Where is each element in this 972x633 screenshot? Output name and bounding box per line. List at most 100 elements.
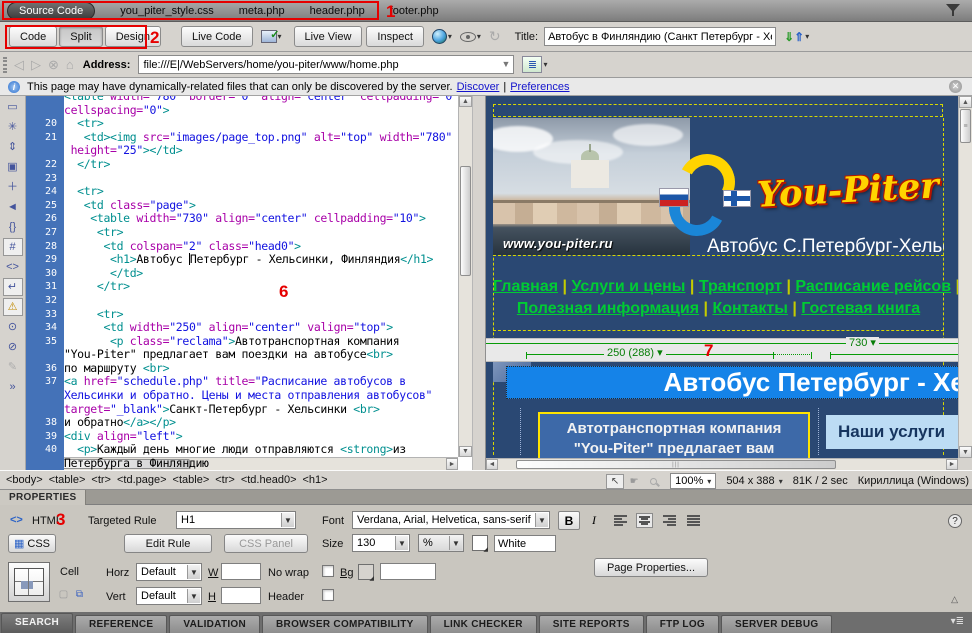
design-vscroll-thumb[interactable]: ≡ [960, 109, 971, 143]
code-line[interactable]: 27 <tr> [26, 226, 459, 240]
targeted-rule-select[interactable]: H1▼ [176, 511, 296, 529]
related-file-tab[interactable]: footer.php [390, 5, 439, 17]
column-width-label[interactable]: 250 (288) ▾ [604, 347, 666, 360]
scroll-up-icon[interactable]: ▲ [459, 96, 472, 107]
code-line[interactable]: 36по маршруту <br> [26, 362, 459, 376]
css-panel-button[interactable]: CSS Panel [224, 534, 308, 553]
bg-color-swatch[interactable] [358, 564, 374, 580]
align-center-icon[interactable] [636, 513, 653, 528]
code-vscroll-thumb[interactable] [460, 166, 471, 276]
code-line[interactable]: 40 <p>Каждый день многие люди отправляют… [26, 443, 459, 457]
align-right-icon[interactable] [661, 513, 678, 528]
results-tab-server-debug[interactable]: SERVER DEBUG [721, 615, 832, 633]
align-left-icon[interactable] [612, 513, 629, 528]
header-checkbox[interactable] [322, 589, 334, 601]
page-properties-button[interactable]: Page Properties... [594, 558, 708, 577]
nav-link[interactable]: Гостевая книга [801, 300, 920, 317]
highlight-invalid-code-icon[interactable]: <> [3, 258, 23, 276]
nav-link[interactable]: Главная [493, 278, 558, 295]
zoom-tool-icon[interactable] [644, 474, 662, 489]
scroll-down-icon[interactable]: ▼ [459, 446, 472, 457]
page-heading-banner[interactable]: Автобус Петербург - Хельсинки [506, 366, 972, 399]
select-parent-tag-icon[interactable]: ◄ [3, 198, 23, 216]
live-code-button[interactable]: Live Code [181, 26, 253, 47]
nav-link[interactable]: Расписание рейсов [795, 278, 951, 295]
properties-tab[interactable]: PROPERTIES [0, 490, 86, 505]
scroll-left-icon[interactable]: ◄ [486, 459, 498, 470]
code-rows[interactable]: <table width="780" border="0" align="cen… [26, 96, 459, 470]
no-wrap-checkbox[interactable] [322, 565, 334, 577]
our-services-box[interactable]: Наши услуги [826, 415, 958, 449]
collapse-full-tag-icon[interactable]: ⇕ [3, 138, 23, 156]
document-title-input[interactable] [544, 27, 776, 46]
format-source-icon[interactable]: ✎ [3, 358, 23, 376]
results-tab-reference[interactable]: REFERENCE [75, 615, 167, 633]
code-line[interactable]: 34 <td width="250" align="center" valign… [26, 321, 459, 335]
code-line[interactable]: 28 <td colspan="2" class="head0"> [26, 240, 459, 254]
size-unit-select[interactable]: %▼ [418, 534, 464, 552]
code-line[interactable]: <table width="780" border="0" align="cen… [26, 96, 459, 104]
table-width-bar[interactable]: 730 ▾ 250 (288) ▾ [486, 338, 958, 362]
file-transfer-icon[interactable]: ⇓⇑▾ [784, 30, 809, 44]
code-line[interactable]: 30 </td> [26, 267, 459, 281]
code-line[interactable]: 23 [26, 172, 459, 186]
visual-aids-icon[interactable]: ▾ [460, 32, 481, 42]
design-vertical-scrollbar[interactable]: ▲ ≡ ▼ [958, 96, 972, 458]
tag-selector-item[interactable]: <table> [173, 474, 210, 486]
code-navigator-icon[interactable]: ✳ [3, 118, 23, 136]
live-view-button[interactable]: Live View [294, 26, 363, 47]
tag-selector-item[interactable]: <h1> [303, 474, 328, 486]
collapse-panel-icon[interactable]: △ [951, 594, 958, 605]
code-line[interactable]: 31 </tr> [26, 280, 459, 294]
results-tab-browser-compatibility[interactable]: BROWSER COMPATIBILITY [262, 615, 428, 633]
results-tab-ftp-log[interactable]: FTP LOG [646, 615, 719, 633]
code-line[interactable]: 29 <h1>Автобус Петербург - Хельсинки, Фи… [26, 253, 459, 267]
open-documents-icon[interactable]: ▭ [3, 98, 23, 116]
tag-selector-item[interactable]: <body> [6, 474, 43, 486]
code-line[interactable]: 25 <td class="page"> [26, 199, 459, 213]
code-line[interactable]: height="25"></td> [26, 144, 459, 158]
code-line[interactable]: 37<a href="schedule.php" title="Расписан… [26, 375, 459, 389]
size-select[interactable]: 130▼ [352, 534, 410, 552]
code-line[interactable]: "You-Piter" предлагает вам поездки на ав… [26, 348, 459, 362]
tag-selector-item[interactable]: <tr> [215, 474, 235, 486]
results-tab-link-checker[interactable]: LINK CHECKER [430, 615, 537, 633]
code-line[interactable]: 26 <table width="730" align="center" cel… [26, 212, 459, 226]
code-line[interactable]: Петербурга в Финляндию [26, 457, 459, 470]
cell-height-input[interactable] [221, 587, 261, 604]
scroll-down-icon[interactable]: ▼ [959, 446, 972, 458]
address-dropdown-icon[interactable]: ▼ [502, 59, 511, 69]
results-tab-site-reports[interactable]: SITE REPORTS [539, 615, 644, 633]
bold-button[interactable]: B [558, 511, 580, 530]
tag-selector-item[interactable]: <td.page> [117, 474, 167, 486]
close-info-bar-icon[interactable]: ✕ [949, 80, 962, 93]
toolbar-grip[interactable] [3, 57, 7, 73]
results-tab-search[interactable]: SEARCH [1, 613, 73, 633]
hand-tool-icon[interactable]: ☛ [625, 474, 643, 489]
italic-button[interactable]: I [583, 511, 605, 530]
address-input[interactable] [138, 55, 514, 74]
filter-related-files-icon[interactable] [946, 4, 960, 17]
text-color-input[interactable] [494, 535, 556, 552]
select-tool-icon[interactable]: ↖ [606, 474, 624, 489]
tag-selector-item[interactable]: <table> [49, 474, 86, 486]
scroll-up-icon[interactable]: ▲ [959, 96, 972, 108]
balance-braces-icon[interactable]: {} [3, 218, 23, 236]
code-line[interactable]: 39<div align="left"> [26, 430, 459, 444]
help-icon[interactable]: ? [948, 514, 962, 528]
nav-link[interactable]: Услуги и цены [571, 278, 685, 295]
code-line[interactable]: 24 <tr> [26, 185, 459, 199]
bg-color-input[interactable] [380, 563, 436, 580]
text-color-swatch[interactable] [472, 535, 488, 551]
code-line[interactable]: 20 <tr> [26, 117, 459, 131]
split-cell-icon[interactable]: ⧉ [72, 588, 87, 601]
preferences-link[interactable]: Preferences [510, 81, 569, 93]
panel-menu-icon[interactable]: ▾≣ [951, 616, 964, 627]
window-size-select[interactable]: 504 x 388 ▾ [726, 475, 782, 487]
check-browser-compatibility-icon[interactable]: ▾ [261, 30, 282, 43]
code-view[interactable]: <table width="780" border="0" align="cen… [0, 96, 472, 470]
magnification-select[interactable]: 100% ▾ [670, 473, 716, 489]
code-line[interactable]: 32 [26, 294, 459, 308]
code-vertical-scrollbar[interactable]: ▲ ▼ [458, 96, 472, 457]
line-numbers-icon[interactable]: # [3, 238, 23, 256]
